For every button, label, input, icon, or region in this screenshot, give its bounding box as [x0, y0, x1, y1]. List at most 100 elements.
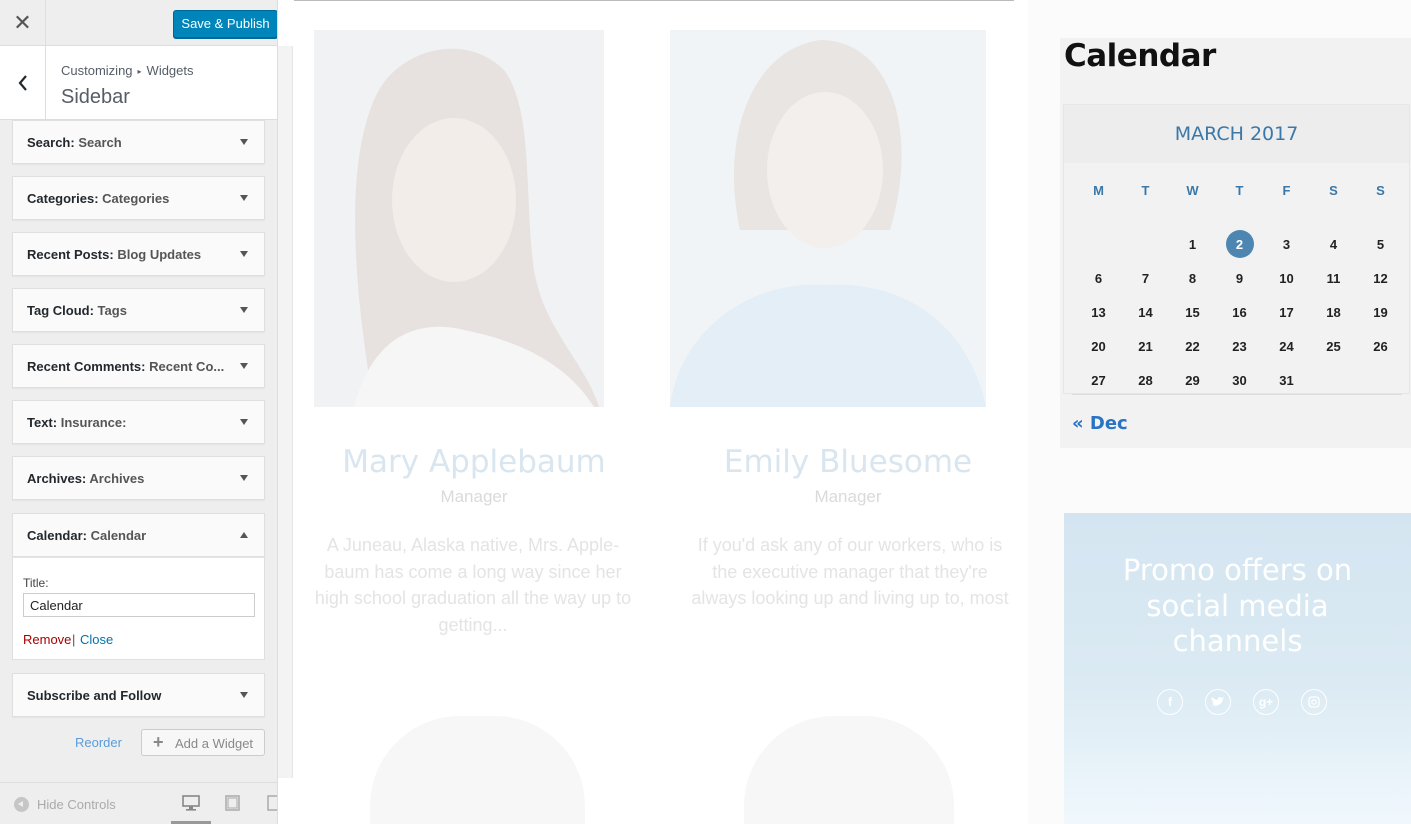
calendar-day: 31	[1279, 372, 1294, 388]
calendar-day: 5	[1376, 236, 1385, 252]
expand-arrow-icon[interactable]	[240, 475, 248, 481]
calendar-day: 23	[1232, 338, 1247, 354]
calendar-weekday-header: W	[1186, 182, 1199, 198]
team-photo-fourth	[744, 716, 954, 824]
widget-title: Categories	[102, 191, 170, 206]
calendar-empty-cell	[1075, 227, 1122, 261]
twitter-icon[interactable]	[1205, 689, 1231, 715]
widget-search[interactable]: Search: Search	[12, 120, 265, 164]
calendar-weekday-header: T	[1235, 182, 1244, 198]
expand-arrow-icon[interactable]	[240, 139, 248, 145]
remove-link[interactable]: Remove	[23, 632, 71, 647]
widget-tag-cloud[interactable]: Tag Cloud: Tags	[12, 288, 265, 332]
calendar-day: 7	[1141, 270, 1150, 286]
calendar-weekday-header: M	[1093, 182, 1104, 198]
portrait-silhouette	[354, 48, 599, 407]
widget-type: Archives	[27, 471, 82, 486]
promo-banner: Promo offers on social media channels f …	[1064, 513, 1411, 824]
hide-controls-label: Hide Controls	[37, 797, 116, 812]
close-link[interactable]: Close	[80, 632, 113, 647]
add-widget-label: Add a Widget	[175, 736, 254, 751]
calendar-empty-cell	[1122, 227, 1169, 261]
title-input[interactable]	[23, 593, 255, 617]
calendar-day: 24	[1279, 338, 1294, 354]
calendar-day: 13	[1091, 304, 1106, 320]
expand-arrow-icon[interactable]	[240, 419, 248, 425]
plus-icon: +	[153, 732, 164, 752]
section-header: Customizing ▸ Widgets Sidebar	[0, 46, 277, 120]
calendar-day: 22	[1185, 338, 1200, 354]
calendar-day: 6	[1094, 270, 1103, 286]
widget-title: Insurance:	[60, 415, 127, 430]
team-member-bio: If you'd ask any of our workers, who is …	[691, 535, 1009, 608]
expand-arrow-icon[interactable]	[240, 363, 248, 369]
calendar-day: 20	[1091, 338, 1106, 354]
widget-type: Categories	[27, 191, 95, 206]
title-label: Title:	[23, 576, 49, 590]
breadcrumb-current: Widgets	[146, 63, 194, 78]
widget-subscribe-follow[interactable]: Subscribe and Follow	[12, 673, 265, 717]
reorder-link[interactable]: Reorder	[75, 735, 122, 750]
calendar-weekday-header: S	[1329, 182, 1338, 198]
calendar-today: 2	[1216, 227, 1263, 261]
team-member-role: Manager	[814, 487, 882, 506]
calendar-weekday-header: T	[1141, 182, 1150, 198]
team-member-name: Mary Applebaum	[342, 444, 606, 480]
tablet-preview-icon[interactable]	[224, 795, 242, 811]
expand-arrow-icon[interactable]	[240, 307, 248, 313]
widget-calendar[interactable]: Calendar: Calendar	[12, 513, 265, 557]
collapse-icon	[14, 797, 29, 812]
widget-title: Blog Updates	[117, 247, 202, 262]
breadcrumb-root: Customizing	[61, 63, 133, 78]
add-widget-button[interactable]: + Add a Widget	[141, 729, 265, 756]
promo-heading: Promo offers on social media channels	[1122, 553, 1353, 658]
instagram-icon[interactable]	[1301, 689, 1327, 715]
calendar-day: 25	[1326, 338, 1341, 354]
calendar-day: 1	[1188, 236, 1197, 252]
expand-arrow-icon[interactable]	[240, 692, 248, 698]
hide-controls-button[interactable]: Hide Controls	[14, 797, 116, 812]
widget-categories[interactable]: Categories: Categories	[12, 176, 265, 220]
close-customizer-button[interactable]: ✕	[0, 0, 46, 46]
widget-recent-comments[interactable]: Recent Comments: Recent Co...	[12, 344, 265, 388]
widget-title: Tags	[97, 303, 127, 318]
panel-scrollbar[interactable]	[278, 46, 293, 778]
widget-type: Recent Comments	[27, 359, 142, 374]
calendar-weekday-header: S	[1376, 182, 1385, 198]
customizer-topbar: ✕ Save & Publish	[0, 0, 277, 46]
expand-arrow-icon[interactable]	[240, 195, 248, 201]
google-plus-icon[interactable]: g+	[1253, 689, 1279, 715]
breadcrumb: Customizing ▸ Widgets	[61, 63, 194, 78]
back-button[interactable]	[0, 46, 46, 120]
calendar-widget-form: Title: Remove | Close	[12, 557, 265, 660]
expand-arrow-icon[interactable]	[240, 251, 248, 257]
calendar-heading: Calendar	[1064, 38, 1216, 74]
widget-type: Tag Cloud	[27, 303, 90, 318]
calendar-day: 30	[1232, 372, 1247, 388]
calendar-day: 11	[1326, 270, 1341, 286]
calendar-day: 27	[1091, 372, 1106, 388]
calendar-day: 17	[1279, 304, 1294, 320]
calendar-table: MARCH 2017 M T W T F S S 1 2 3 4 5 6 7 8 9 10 11 12 13 14 15 1…	[1063, 104, 1410, 394]
calendar-day: 21	[1138, 338, 1153, 354]
portrait-silhouette	[670, 40, 986, 407]
save-publish-button[interactable]: Save & Publish	[173, 10, 277, 38]
calendar-day: 9	[1235, 270, 1244, 286]
calendar-day: 16	[1232, 304, 1247, 320]
team-photo-emily	[670, 30, 986, 407]
calendar-day: 10	[1279, 270, 1294, 286]
calendar-day: 8	[1188, 270, 1197, 286]
facebook-icon[interactable]: f	[1157, 689, 1183, 715]
section-title: Sidebar	[61, 86, 130, 108]
calendar-weekday-header: F	[1282, 182, 1291, 198]
calendar-prev-month-link[interactable]: « Dec	[1072, 413, 1128, 434]
calendar-widget: Calendar MARCH 2017 M T W T F S S 1 2 3 4 5 6 7 8 9 10 11…	[1060, 38, 1411, 448]
widget-recent-posts[interactable]: Recent Posts: Blog Updates	[12, 232, 265, 276]
collapse-arrow-icon[interactable]	[240, 532, 248, 538]
mobile-preview-icon[interactable]	[265, 795, 278, 811]
calendar-day: 12	[1373, 270, 1388, 286]
widget-text[interactable]: Text: Insurance:	[12, 400, 265, 444]
widget-archives[interactable]: Archives: Archives	[12, 456, 265, 500]
widget-title: Archives	[89, 471, 145, 486]
desktop-preview-icon[interactable]	[182, 795, 200, 811]
